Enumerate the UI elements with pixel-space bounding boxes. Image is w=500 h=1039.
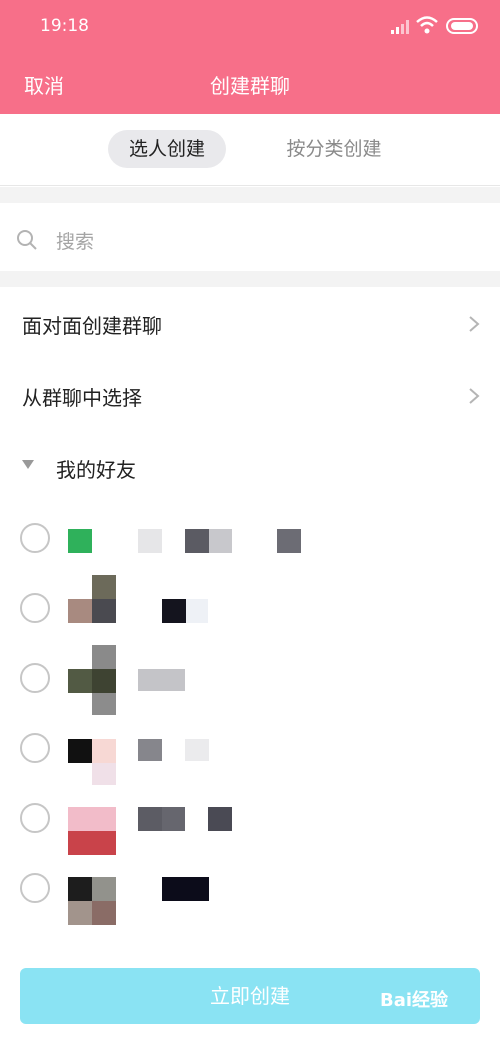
status-time: 19:18 [40, 16, 89, 36]
select-radio[interactable] [20, 873, 50, 903]
chevron-right-icon [469, 388, 480, 404]
name-blur [138, 529, 162, 553]
name-blur [138, 739, 162, 761]
avatar [68, 643, 116, 715]
search-placeholder: 搜索 [56, 231, 95, 253]
select-radio[interactable] [20, 523, 50, 553]
list-item[interactable] [0, 783, 500, 855]
name-blur [185, 739, 209, 761]
menu-item-label: 面对面创建群聊 [22, 314, 162, 338]
divider [0, 187, 500, 203]
group-label: 我的好友 [56, 458, 136, 482]
friends-group-header[interactable]: 我的好友 [0, 430, 500, 502]
triangle-down-icon [22, 460, 34, 469]
name-blur [162, 877, 209, 901]
create-mode-tabs: 选人创建 按分类创建 [0, 114, 500, 186]
tab-by-category[interactable]: 按分类创建 [270, 130, 398, 168]
tab-select-people[interactable]: 选人创建 [108, 130, 226, 168]
menu-item-label: 从群聊中选择 [22, 386, 142, 410]
list-item[interactable] [0, 853, 500, 925]
name-blur [162, 599, 186, 623]
name-blur [186, 599, 208, 623]
menu-from-group[interactable]: 从群聊中选择 [0, 360, 500, 432]
battery-icon [446, 18, 478, 34]
name-blur [185, 529, 209, 553]
chevron-right-icon [469, 316, 480, 332]
avatar [68, 573, 116, 645]
name-blur [138, 807, 162, 831]
baidu-watermark: Bai经验 [380, 990, 449, 1011]
name-blur [208, 807, 232, 831]
select-radio[interactable] [20, 733, 50, 763]
avatar [68, 783, 116, 855]
search-icon [17, 230, 37, 250]
avatar [68, 853, 116, 925]
list-item[interactable] [0, 573, 500, 645]
app-header: 19:18 取消 创建群聊 [0, 0, 500, 114]
name-blur [138, 669, 185, 691]
select-radio[interactable] [20, 803, 50, 833]
divider [0, 271, 500, 287]
avatar [68, 713, 116, 785]
list-item[interactable] [0, 643, 500, 715]
name-blur [277, 529, 301, 553]
menu-face-to-face[interactable]: 面对面创建群聊 [0, 288, 500, 360]
status-bar: 19:18 [0, 0, 500, 52]
page-title: 创建群聊 [210, 74, 290, 98]
name-blur [162, 807, 185, 831]
list-item[interactable] [0, 713, 500, 785]
avatar [68, 503, 116, 575]
list-item[interactable] [0, 503, 500, 575]
name-blur [209, 529, 232, 553]
select-radio[interactable] [20, 593, 50, 623]
select-radio[interactable] [20, 663, 50, 693]
wifi-icon [416, 16, 438, 34]
signal-icon [391, 20, 409, 34]
search-input[interactable]: 搜索 [0, 203, 500, 271]
